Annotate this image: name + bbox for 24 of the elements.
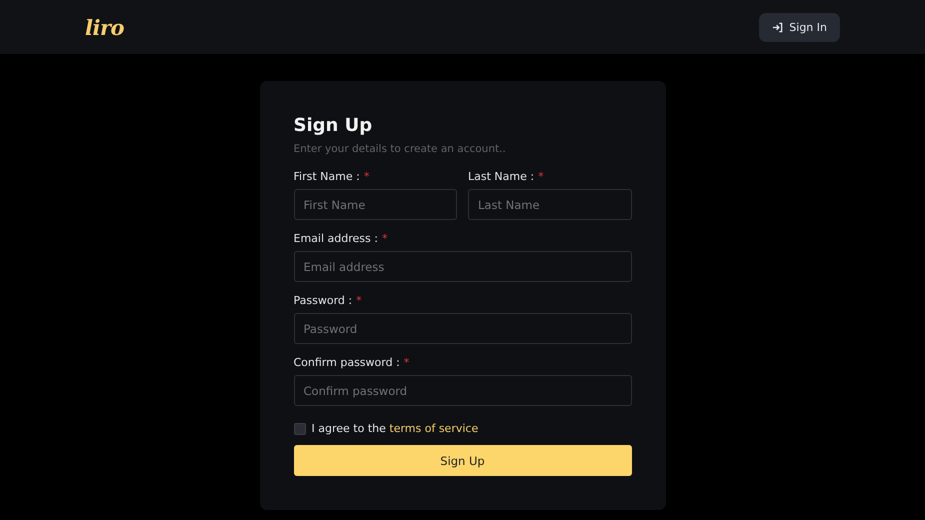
required-mark: *	[538, 170, 544, 183]
form-subtitle: Enter your details to create an account..	[294, 143, 507, 155]
sign-in-button[interactable]: Sign In	[759, 12, 840, 42]
input-field[interactable]: Email address	[294, 251, 632, 282]
input-field[interactable]: Confirm password	[294, 375, 632, 406]
field-label: First Name :	[294, 170, 360, 183]
logo[interactable]: liro	[85, 14, 124, 40]
input-field[interactable]: Last Name	[468, 189, 632, 220]
terms-link[interactable]: terms of service	[389, 422, 478, 435]
sign-up-button[interactable]: Sign Up	[294, 445, 632, 476]
required-mark: *	[364, 170, 370, 183]
field-label: Email address :	[294, 232, 378, 245]
input-field[interactable]: Password	[294, 313, 632, 344]
required-mark: *	[382, 232, 388, 245]
agree-checkbox[interactable]	[294, 422, 306, 434]
input-field[interactable]: First Name	[294, 189, 457, 220]
field-label: Confirm password :	[294, 356, 400, 369]
required-mark: *	[404, 356, 410, 369]
required-mark: *	[356, 294, 362, 307]
form-title: Sign Up	[294, 115, 374, 136]
field-label: Last Name :	[468, 170, 534, 183]
field-label: Password :	[294, 294, 352, 307]
sign-in-icon	[772, 22, 784, 32]
agree-text: I agree to the terms of service	[312, 422, 478, 435]
